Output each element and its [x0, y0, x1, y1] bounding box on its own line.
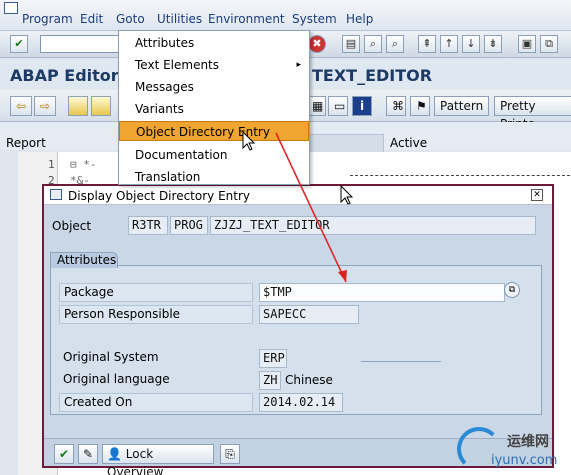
- first-page-icon[interactable]: ⇞: [418, 35, 436, 53]
- original-language-text: Chinese: [285, 373, 333, 387]
- hierarchy-icon[interactable]: ⚑: [410, 96, 430, 116]
- last-page-icon[interactable]: ⇟: [484, 35, 502, 53]
- menu-item-documentation[interactable]: Documentation: [119, 145, 309, 165]
- menu-item-variants[interactable]: Variants: [119, 99, 309, 119]
- sap-window-icon[interactable]: [4, 2, 18, 14]
- enter-check-icon[interactable]: ✔: [10, 35, 28, 53]
- original-system-label: Original System: [63, 350, 159, 364]
- close-icon[interactable]: ✕: [531, 189, 543, 201]
- watermark-text-url: iyunv.com: [491, 453, 558, 468]
- where-used-icon[interactable]: ⌘: [386, 96, 406, 116]
- dialog-window-icon: [50, 189, 62, 200]
- menu-environment[interactable]: Environment: [208, 12, 285, 26]
- confirm-check-icon[interactable]: ✔: [54, 444, 74, 464]
- person-lock-icon: 👤: [107, 447, 122, 461]
- code-line[interactable]: ⊟ *-: [70, 158, 97, 171]
- lock-overview-button[interactable]: 👤 Lock Overview: [102, 444, 214, 475]
- created-on-field: 2014.02.14: [259, 393, 343, 412]
- report-label: Report: [6, 136, 46, 150]
- separator-line: [361, 361, 441, 362]
- page-title: ABAP Editor:: [10, 66, 126, 85]
- attributes-tab: Attributes: [50, 252, 118, 268]
- menu-bar: Program Edit Goto Utilities Environment …: [0, 0, 571, 30]
- menu-edit[interactable]: Edit: [80, 12, 103, 26]
- print-icon[interactable]: ▤: [342, 35, 360, 53]
- person-responsible-field: SAPECC: [259, 305, 359, 324]
- goto-menu: Attributes Text Elements ▸ Messages Vari…: [118, 30, 310, 185]
- dialog-title: Display Object Directory Entry: [68, 189, 250, 203]
- info-icon[interactable]: i: [352, 96, 372, 116]
- watermark-text-cn: 运维网: [507, 434, 549, 450]
- menu-item-messages[interactable]: Messages: [119, 77, 309, 97]
- menu-item-object-directory-entry[interactable]: Object Directory Entry: [119, 121, 309, 141]
- create-session-icon[interactable]: ▣: [518, 35, 536, 53]
- value-help-icon[interactable]: ⧉: [504, 282, 520, 298]
- submenu-arrow-icon: ▸: [296, 60, 301, 70]
- back-arrow-icon[interactable]: ⇦: [10, 96, 32, 116]
- site-watermark: 运维网 iyunv.com: [455, 425, 565, 473]
- original-language-field: ZH: [259, 371, 281, 390]
- report-name-field: [308, 134, 384, 154]
- cancel-icon[interactable]: ✖: [308, 35, 326, 53]
- menu-goto[interactable]: Goto: [116, 12, 145, 26]
- forward-arrow-icon[interactable]: ⇨: [34, 96, 56, 116]
- original-system-field: ERP: [259, 349, 287, 368]
- menu-program[interactable]: Program: [22, 12, 73, 26]
- page-title-program: TEXT_EDITOR: [312, 66, 433, 85]
- display-change-pencil-icon[interactable]: ✎: [78, 444, 98, 464]
- report-status: Active: [390, 136, 428, 150]
- menu-help[interactable]: Help: [346, 12, 373, 26]
- menu-item-attributes[interactable]: Attributes: [119, 33, 309, 53]
- pattern-button[interactable]: Pattern: [434, 96, 490, 116]
- line-number: 1: [48, 158, 55, 171]
- find-icon[interactable]: ⌕: [364, 35, 382, 53]
- menu-utilities[interactable]: Utilities: [157, 12, 202, 26]
- menu-system[interactable]: System: [292, 12, 337, 26]
- menu-item-text-elements[interactable]: Text Elements ▸: [119, 55, 309, 75]
- package-label: Package: [59, 283, 253, 302]
- command-field[interactable]: [40, 35, 120, 53]
- toolbar-icon-b[interactable]: ▭: [328, 96, 348, 116]
- comment-dash-line: [350, 175, 570, 176]
- menu-item-text-elements-label: Text Elements: [135, 58, 220, 72]
- find-next-icon[interactable]: ⌕: [386, 35, 404, 53]
- created-on-label: Created On: [59, 393, 253, 412]
- pretty-printer-button[interactable]: Pretty Printe: [494, 96, 571, 131]
- package-field[interactable]: $TMP: [259, 283, 505, 302]
- display-change-icon[interactable]: [68, 96, 88, 116]
- object-name-field: ZJZJ_TEXT_EDITOR: [210, 216, 536, 235]
- object-pgmid-field: R3TR: [128, 216, 168, 235]
- next-page-icon[interactable]: ↓: [462, 35, 480, 53]
- active-inactive-icon[interactable]: [91, 96, 111, 116]
- person-responsible-label: Person Responsible: [59, 305, 253, 324]
- original-language-label: Original language: [63, 372, 170, 386]
- attributes-group: Package $TMP Person Responsible SAPECC O…: [50, 265, 542, 415]
- previous-page-icon[interactable]: ↑: [440, 35, 458, 53]
- menu-item-translation[interactable]: Translation: [119, 167, 309, 187]
- object-label: Object: [52, 219, 92, 233]
- dialog-title-bar: Display Object Directory Entry ✕: [44, 186, 552, 205]
- shortcut-icon[interactable]: ⧉: [540, 35, 558, 53]
- exit-icon[interactable]: ⎘: [220, 444, 240, 464]
- object-type-field: PROG: [170, 216, 208, 235]
